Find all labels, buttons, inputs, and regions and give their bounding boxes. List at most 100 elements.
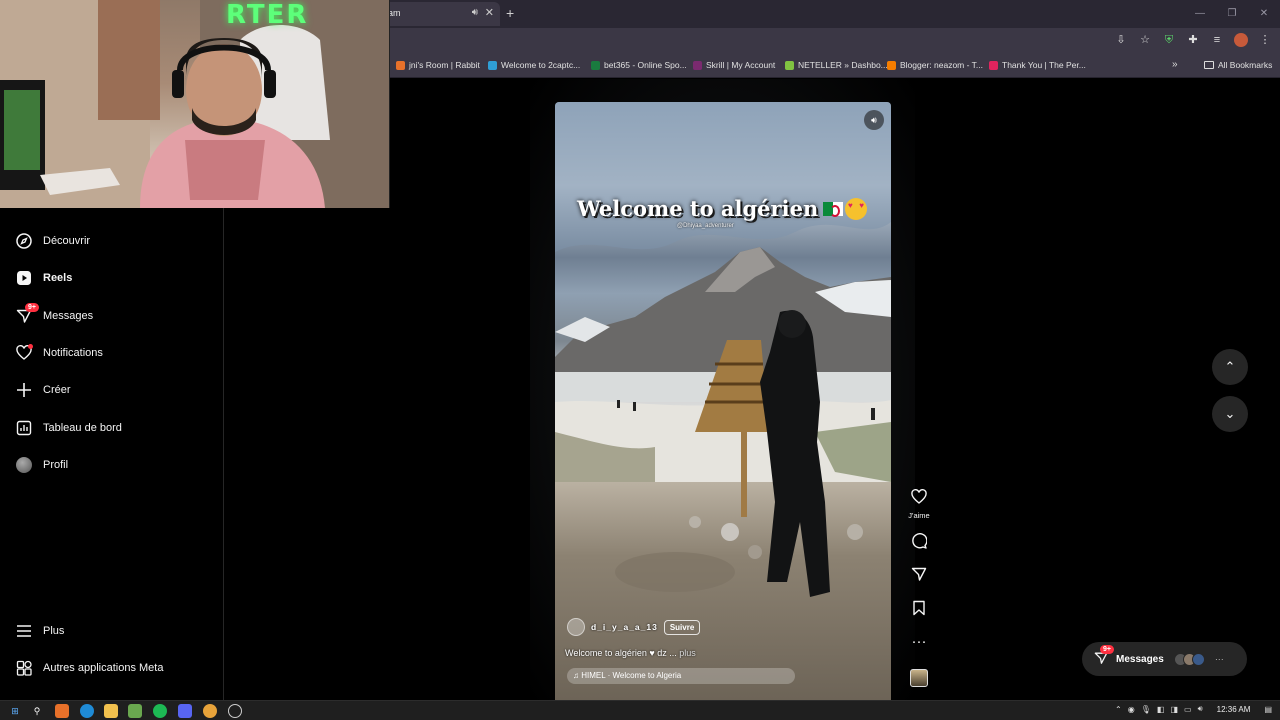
notification-dot	[28, 344, 33, 349]
bookmark-favicon	[591, 60, 600, 70]
bookmark-item[interactable]: jni's Room | Rabbit	[396, 60, 480, 70]
bookmark-item[interactable]: Thank You | The Per...	[989, 60, 1086, 70]
volume-icon[interactable]: 🔊︎	[1198, 704, 1203, 714]
windows-taskbar: ⊞ ⚲ ⌃ ◉ 🎙︎ ◧ ◨ ▭ 🔊︎ 12:36 AM ▤	[0, 700, 1280, 720]
author-username[interactable]: d_i_y_a_a_13	[591, 622, 658, 632]
sidebar-item-label: Tableau de bord	[43, 422, 122, 434]
caption-more-link[interactable]: plus	[679, 648, 696, 658]
messages-badge: 9+	[25, 303, 39, 312]
bookmark-label: Welcome to 2captc...	[501, 60, 581, 70]
sidebar-item-profil[interactable]: Profil	[15, 453, 68, 477]
bookmark-favicon	[488, 60, 497, 70]
settings-icon[interactable]	[228, 704, 242, 718]
kebab-menu-icon[interactable]: ⋮	[1258, 33, 1272, 47]
dock-avatars	[1173, 652, 1205, 666]
bookmark-label: Thank You | The Per...	[1002, 60, 1086, 70]
all-bookmarks-button[interactable]: All Bookmarks	[1204, 60, 1272, 70]
bookmark-item[interactable]: Blogger: neazom - T...	[887, 60, 983, 70]
restore-icon[interactable]: ❐	[1216, 0, 1248, 28]
bookmarks-overflow-icon[interactable]: »	[1172, 59, 1178, 70]
audio-thumbnail[interactable]	[910, 669, 928, 687]
share-button[interactable]	[903, 566, 935, 587]
sound-toggle-button[interactable]: 🔊︎	[864, 110, 884, 130]
more-dots-icon: ···	[911, 633, 927, 650]
bookmark-label: Skrill | My Account	[706, 60, 776, 70]
media-controls-icon[interactable]: ≡	[1210, 33, 1224, 47]
store-icon[interactable]	[128, 704, 142, 718]
window-controls: — ❐ ✕	[1184, 0, 1280, 28]
more-options-button[interactable]: ···	[903, 634, 935, 650]
comment-button[interactable]	[903, 533, 935, 554]
bookmark-item[interactable]: Skrill | My Account	[693, 60, 775, 70]
previous-reel-button[interactable]: ⌃	[1212, 349, 1248, 385]
bookmark-favicon	[396, 60, 405, 70]
bookmark-favicon	[887, 60, 896, 70]
sidebar-item-meta-apps[interactable]: Autres applications Meta	[15, 656, 163, 680]
more-dots-icon: ···	[1214, 654, 1224, 664]
discord-icon[interactable]	[178, 704, 192, 718]
sidebar-item-creer[interactable]: Créer	[15, 378, 71, 402]
follow-button[interactable]: Suivre	[663, 619, 701, 635]
file-explorer-icon[interactable]	[104, 704, 118, 718]
microphone-icon[interactable]: 🎙︎	[1141, 705, 1151, 714]
taskbar-clock[interactable]: 12:36 AM	[1217, 705, 1251, 714]
bookmark-star-icon[interactable]: ☆	[1138, 33, 1152, 47]
notifications-center-icon[interactable]: ▤	[1264, 705, 1272, 714]
search-icon[interactable]: ⚲	[30, 704, 44, 718]
minimize-icon[interactable]: —	[1184, 0, 1216, 28]
chrome-icon[interactable]	[203, 704, 217, 718]
tray-app-icon[interactable]: ◧	[1157, 705, 1165, 714]
webcam-scene-image	[0, 0, 389, 208]
sidebar-item-messages[interactable]: 9+ Messages	[15, 303, 93, 328]
sidebar-item-notifications[interactable]: Notifications	[15, 341, 103, 365]
sidebar-item-label: Plus	[43, 625, 65, 637]
sidebar-item-plus[interactable]: Plus	[15, 619, 64, 643]
next-reel-button[interactable]: ⌄	[1212, 396, 1248, 432]
extensions-icon[interactable]: ✚	[1186, 33, 1200, 47]
bookmark-label: bet365 - Online Spo...	[604, 60, 687, 70]
browser-tab-active[interactable]: am 🔊︎ ✕	[382, 2, 500, 26]
author-avatar[interactable]	[567, 618, 585, 636]
sidebar-item-decouvrir[interactable]: Découvrir	[15, 229, 90, 253]
reel-author: d_i_y_a_a_13 Suivre	[567, 618, 701, 636]
bookmark-item[interactable]: Welcome to 2captc...	[488, 60, 580, 70]
reel-watermark: @Dhiyaa_adventurer	[677, 223, 734, 229]
sidebar-item-label: Créer	[43, 384, 71, 396]
sidebar-item-label: Profil	[43, 459, 69, 471]
install-icon[interactable]: ⇩	[1114, 33, 1128, 47]
reel-video[interactable]: 🔊︎ Welcome to algérien @Dhiyaa_adventure…	[555, 102, 891, 700]
bookmark-item[interactable]: bet365 - Online Spo...	[591, 60, 687, 70]
reel-scene-image	[555, 102, 891, 597]
close-window-icon[interactable]: ✕	[1248, 0, 1280, 28]
network-icon[interactable]: ▭	[1184, 705, 1192, 714]
plus-icon	[15, 381, 33, 399]
spotify-icon[interactable]	[153, 704, 167, 718]
messages-dock[interactable]: 9+ Messages ···	[1082, 642, 1247, 676]
tray-app-icon[interactable]: ◨	[1170, 705, 1178, 714]
tray-overflow-icon[interactable]: ⌃	[1115, 705, 1122, 714]
new-tab-button[interactable]: +	[506, 5, 514, 21]
bookmark-favicon	[785, 60, 794, 70]
save-button[interactable]	[903, 600, 935, 621]
tab-close-icon[interactable]: ✕	[485, 6, 494, 19]
sidebar-item-reels[interactable]: Reels	[15, 266, 72, 290]
shield-extension-icon[interactable]: ⛨	[1162, 33, 1176, 47]
tab-audio-icon[interactable]: 🔊︎	[472, 7, 478, 18]
messenger-icon: 9+	[15, 303, 39, 325]
avatar	[15, 456, 33, 474]
profile-avatar-icon[interactable]	[1234, 33, 1248, 47]
sidebar-item-tableau-de-bord[interactable]: Tableau de bord	[15, 416, 122, 440]
bookmark-label: jni's Room | Rabbit	[409, 60, 480, 70]
sidebar-item-label: Notifications	[43, 347, 103, 359]
bookmark-item[interactable]: NETELLER » Dashbo...	[785, 60, 888, 70]
reel-caption: Welcome to algérien ♥ dz ... plus	[565, 648, 696, 658]
windows-start-icon[interactable]: ⊞	[8, 704, 22, 718]
like-button[interactable]: J'aime	[903, 489, 935, 520]
reels-icon	[15, 269, 33, 287]
taskbar-app-icon[interactable]	[55, 704, 69, 718]
audio-track-link[interactable]: ♫ HIMEL · Welcome to Algeria	[567, 668, 795, 684]
edge-icon[interactable]	[80, 704, 94, 718]
messenger-icon: 9+	[1094, 644, 1114, 668]
tray-app-icon[interactable]: ◉	[1128, 705, 1135, 714]
dock-label: Messages	[1116, 653, 1164, 665]
